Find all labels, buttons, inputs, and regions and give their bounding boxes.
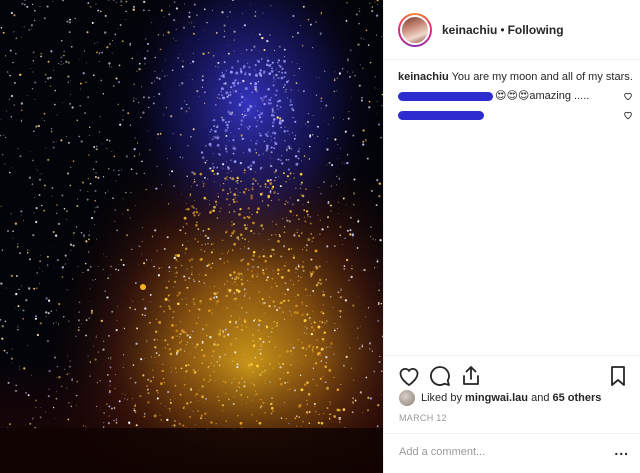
heart-icon[interactable] <box>397 364 421 388</box>
comments-section: keinachiu You are my moon and all of my … <box>398 70 633 123</box>
bright-star <box>140 284 146 290</box>
likes-prefix: Liked by <box>421 392 462 404</box>
bookmark-icon[interactable] <box>606 364 630 388</box>
liker-avatar[interactable] <box>399 390 415 406</box>
redacted-comment-scribble <box>398 111 484 120</box>
caption: keinachiu You are my moon and all of my … <box>398 70 633 85</box>
comment-row <box>398 108 633 123</box>
story-ring[interactable] <box>398 12 432 47</box>
post-date[interactable]: MARCH 12 <box>399 413 447 423</box>
share-icon[interactable] <box>459 364 483 388</box>
add-comment-input[interactable]: Add a comment... <box>399 446 485 458</box>
instagram-post: keinachiu • Following keinachiu You are … <box>0 0 640 473</box>
redacted-username-scribble <box>398 92 493 101</box>
post-photo-milky-way[interactable] <box>0 0 383 473</box>
following-button[interactable]: Following <box>508 23 564 37</box>
likes-conjunction: and <box>531 392 550 404</box>
avatar[interactable] <box>400 14 430 45</box>
comment-row: 😍😍😍amazing ..... <box>398 89 633 104</box>
caption-username[interactable]: keinachiu <box>398 71 449 83</box>
post-header: keinachiu • Following <box>384 0 640 60</box>
header-username[interactable]: keinachiu <box>442 23 497 37</box>
heart-icon[interactable] <box>623 91 633 101</box>
likes-summary: Liked by mingwai.lau and 65 others <box>399 390 601 406</box>
milky-way-image <box>0 0 383 473</box>
liker-username[interactable]: mingwai.lau <box>465 392 528 404</box>
caption-text: You are my moon and all of my stars. <box>451 71 633 83</box>
comment-text: 😍😍😍amazing ..... <box>495 90 590 102</box>
heart-icon[interactable] <box>623 110 633 120</box>
more-options-icon[interactable]: ... <box>614 442 629 458</box>
comment-icon[interactable] <box>428 364 452 388</box>
add-comment-bar: Add a comment... ... <box>384 433 640 473</box>
header-separator: • <box>500 22 505 37</box>
post-sidebar: keinachiu • Following keinachiu You are … <box>383 0 640 473</box>
likes-others-link[interactable]: 65 others <box>553 392 602 404</box>
